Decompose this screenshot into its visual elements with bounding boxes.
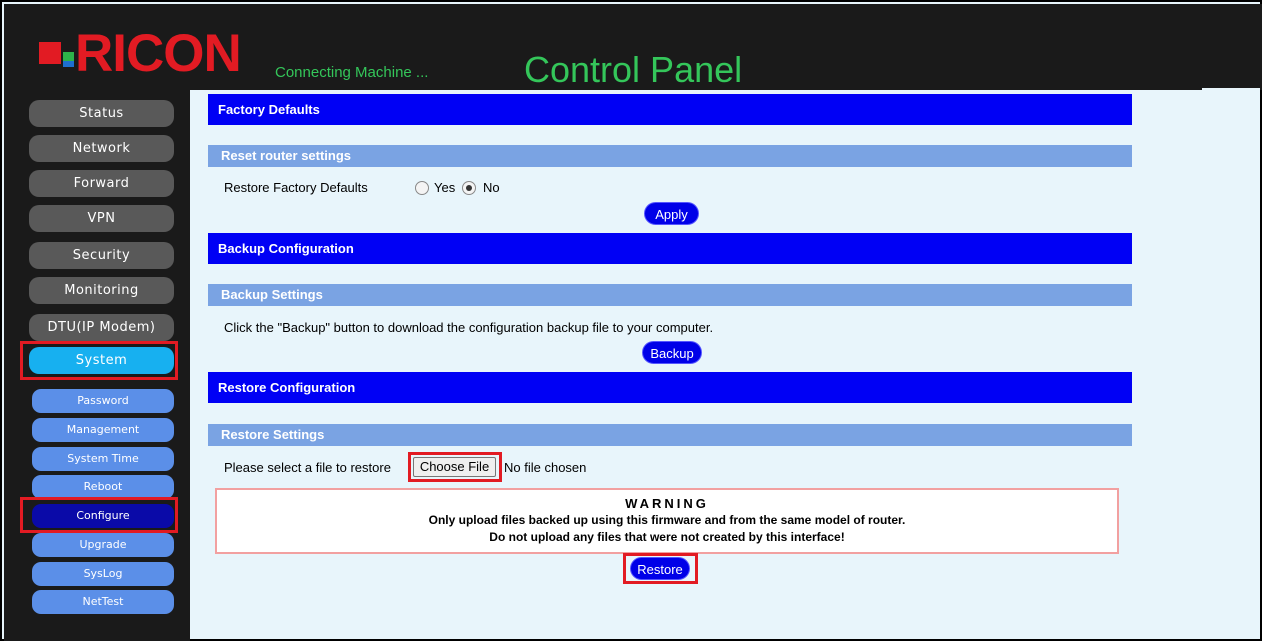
apply-button[interactable]: Apply [644,202,699,225]
sidebar-item-monitoring[interactable]: Monitoring [29,277,174,304]
radio-no-label: No [483,180,500,195]
sidebar-subitem-management[interactable]: Management [32,418,174,442]
radio-yes[interactable] [415,181,429,195]
sidebar-item-network[interactable]: Network [29,135,174,162]
brand-tagline: Connecting Machine ... [275,64,429,81]
subsection-reset-router: Reset router settings [208,145,1132,167]
warning-box: WARNING Only upload files backed up usin… [215,488,1119,554]
sidebar-subitem-configure[interactable]: Configure [32,504,174,528]
sidebar-subitem-system-time[interactable]: System Time [32,447,174,471]
radio-no[interactable] [462,181,476,195]
subsection-restore-settings: Restore Settings [208,424,1132,446]
restore-button[interactable]: Restore [630,557,690,580]
sidebar-item-system[interactable]: System [29,347,174,374]
warning-title: WARNING [625,496,709,511]
main-content: Factory Defaults Reset router settings R… [190,90,1262,641]
page-title: Control Panel [524,49,743,90]
sidebar-subitem-nettest[interactable]: NetTest [32,590,174,614]
sidebar-subitem-reboot[interactable]: Reboot [32,475,174,499]
logo-mark-red [39,42,61,64]
warning-line-1: Only upload files backed up using this f… [428,513,906,527]
sidebar-item-dtu[interactable]: DTU(IP Modem) [29,314,174,341]
brand-logo: RICON [75,24,242,83]
logo-mark-blue [63,61,74,67]
sidebar-item-forward[interactable]: Forward [29,170,174,197]
subsection-backup-settings: Backup Settings [208,284,1132,306]
sidebar-item-status[interactable]: Status [29,100,174,127]
section-factory-defaults: Factory Defaults [208,94,1132,125]
file-status: No file chosen [504,460,587,475]
backup-button[interactable]: Backup [642,341,702,364]
section-backup-configuration: Backup Configuration [208,233,1132,264]
section-restore-configuration: Restore Configuration [208,372,1132,403]
sidebar-subitem-syslog[interactable]: SysLog [32,562,174,586]
restore-file-label: Please select a file to restore [224,460,391,475]
backup-description: Click the "Backup" button to download th… [224,320,714,335]
header-bar: RICON Connecting Machine ... Control Pan… [4,4,1262,90]
restore-defaults-label: Restore Factory Defaults [224,180,368,195]
warning-line-2: Do not upload any files that were not cr… [489,530,845,544]
app-window: RICON Connecting Machine ... Control Pan… [0,0,1262,641]
radio-yes-label: Yes [434,180,456,195]
sidebar-item-security[interactable]: Security [29,242,174,269]
sidebar-subitem-upgrade[interactable]: Upgrade [32,533,174,557]
sidebar-item-vpn[interactable]: VPN [29,205,174,232]
sidebar-subitem-password[interactable]: Password [32,389,174,413]
choose-file-button[interactable]: Choose File [413,457,496,477]
sidebar: Status Network Forward VPN Security Moni… [4,90,190,641]
